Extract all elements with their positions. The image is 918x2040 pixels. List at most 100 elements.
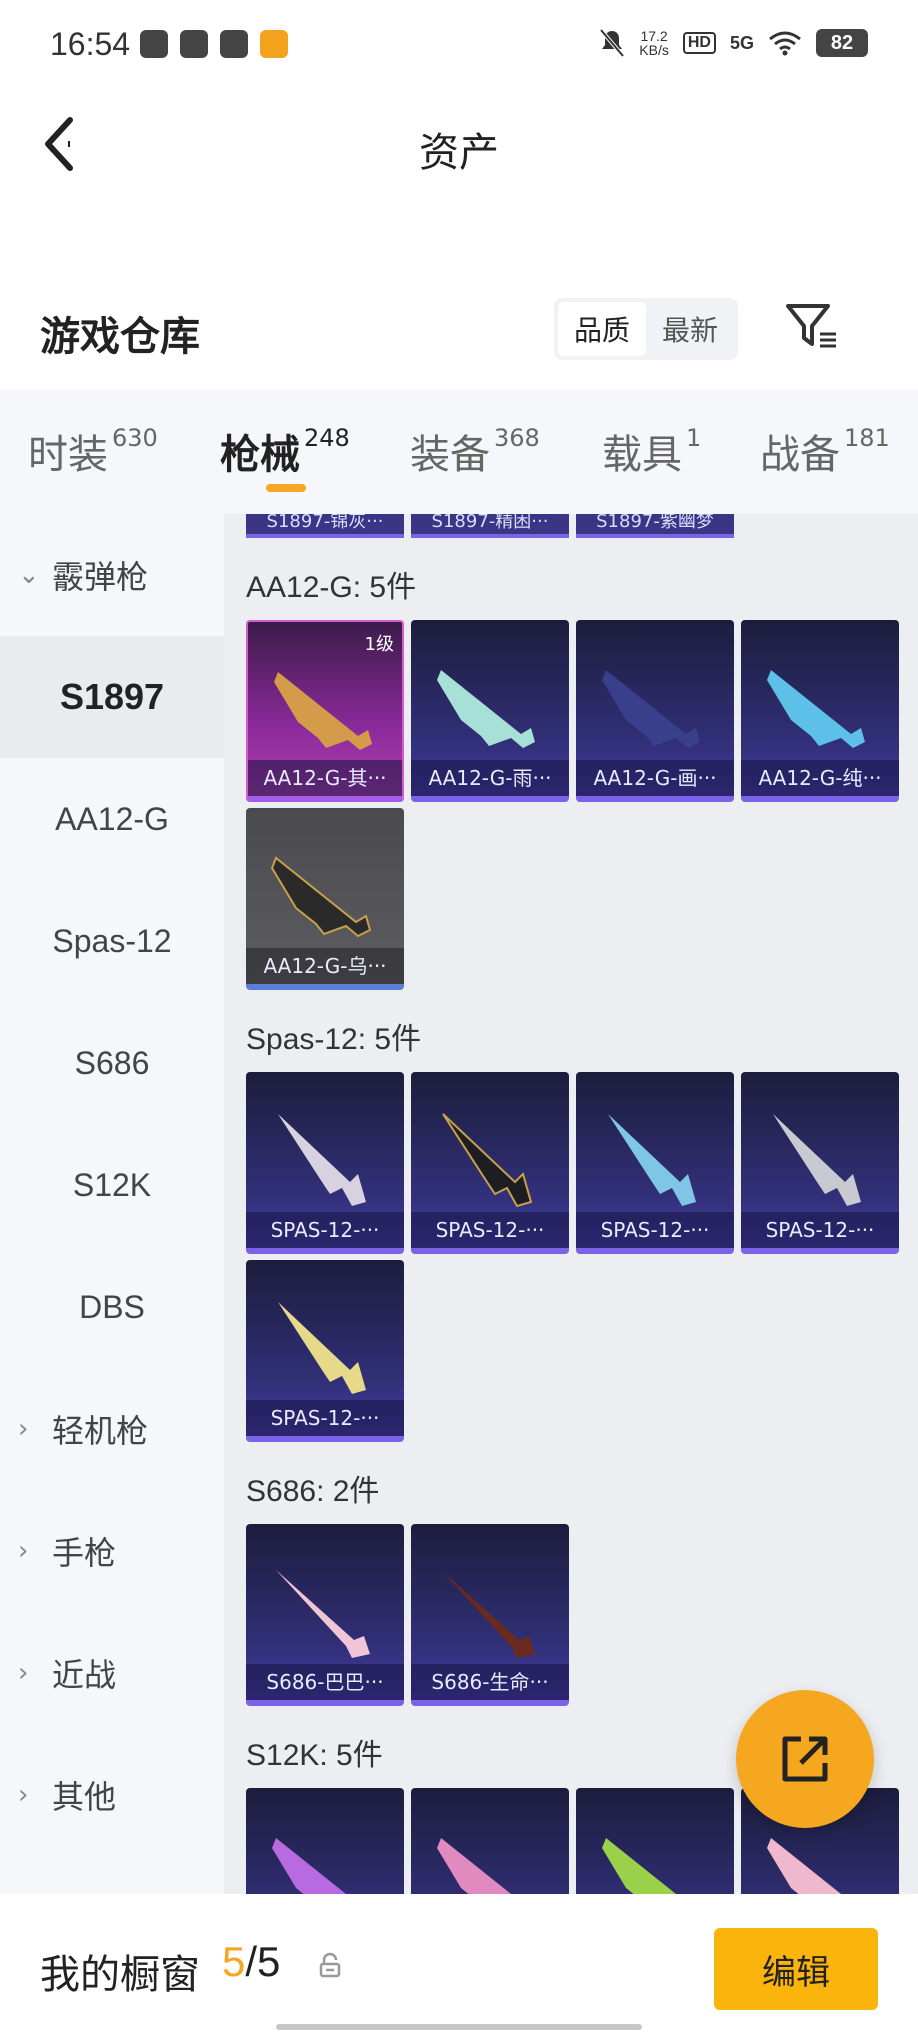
shotgun-icon <box>602 670 700 748</box>
app-notification-icon <box>140 30 168 58</box>
wechat-icon <box>220 30 248 58</box>
share-button[interactable] <box>736 1690 874 1828</box>
tab-fashion[interactable]: 时装 630 <box>28 422 158 480</box>
shotgun-icon <box>767 670 865 748</box>
section-title-s686: S686: 2件 <box>246 1475 380 1508</box>
shotgun-icon <box>441 1570 535 1658</box>
item-name: SPAS-12-··· <box>576 1212 734 1248</box>
sidebar-item-spas12[interactable]: Spas-12 <box>0 880 224 1002</box>
section-title-spas12: Spas-12: 5件 <box>246 1023 422 1056</box>
item-card[interactable] <box>576 1788 734 1894</box>
section-title-s12k: S12K: 5件 <box>246 1739 383 1772</box>
weapon-sidebar: ⌄ 霰弹枪 S1897 AA12-G Spas-12 S686 S12K DBS … <box>0 514 224 1894</box>
battery-level: 82 <box>816 29 868 57</box>
hd-badge: HD <box>682 32 716 54</box>
tab-label: 战备 <box>760 432 840 478</box>
tab-count: 368 <box>494 424 540 452</box>
net-speed-unit: KB/s <box>639 42 669 58</box>
item-card[interactable]: SPAS-12-··· <box>741 1072 899 1254</box>
tab-label: 载具 <box>602 432 682 478</box>
item-card[interactable]: S1897-精困··· <box>411 514 569 538</box>
filter-icon[interactable] <box>784 302 840 352</box>
item-card[interactable]: AA12-G-纯··· <box>741 620 899 802</box>
notification-icons <box>140 30 288 58</box>
item-name: SPAS-12-··· <box>246 1400 404 1436</box>
shotgun-icon <box>278 1302 366 1394</box>
signal-label: 5G <box>729 32 754 53</box>
edit-button[interactable]: 编辑 <box>714 1928 878 2010</box>
home-indicator[interactable] <box>276 2024 642 2030</box>
tab-label: 装备 <box>410 432 490 478</box>
item-name: SPAS-12-··· <box>411 1212 569 1248</box>
item-name: S686-生命··· <box>411 1664 569 1700</box>
lock-icon <box>319 1952 341 1978</box>
tab-equipment[interactable]: 装备 368 <box>410 422 540 480</box>
item-name: SPAS-12-··· <box>741 1212 899 1248</box>
tab-supplies[interactable]: 战备 181 <box>760 422 890 480</box>
item-card[interactable]: SPAS-12-··· <box>411 1072 569 1254</box>
showcase-count: 5/5 <box>222 1938 280 1986</box>
wifi-icon <box>769 31 801 56</box>
showcase-bar: 我的橱窗 5/5 编辑 <box>0 1894 918 2040</box>
item-name: SPAS-12-··· <box>246 1212 404 1248</box>
shotgun-icon <box>608 1114 696 1206</box>
sort-option-newest[interactable]: 最新 <box>646 302 734 356</box>
tab-firearms[interactable]: 枪械 248 <box>220 422 350 480</box>
item-card[interactable]: S686-巴巴··· <box>246 1524 404 1706</box>
sidebar-group-pistol[interactable]: › 手枪 <box>0 1490 224 1612</box>
page-title: 资产 <box>419 130 499 176</box>
sidebar-group-label: 近战 <box>52 1656 117 1694</box>
sidebar-item-dbs[interactable]: DBS <box>0 1246 224 1368</box>
message-icon <box>180 30 208 58</box>
sort-option-quality[interactable]: 品质 <box>558 302 646 356</box>
category-tabs: 时装 630 枪械 248 装备 368 载具 1 战备 181 <box>0 390 918 514</box>
shotgun-icon <box>278 1114 366 1206</box>
showcase-total: /5 <box>245 1938 281 1985</box>
showcase-current: 5 <box>222 1938 246 1985</box>
sidebar-group-lmg[interactable]: › 轻机枪 <box>0 1368 224 1490</box>
tab-count: 630 <box>112 424 158 452</box>
shotgun-icon <box>773 1114 861 1206</box>
shotgun-icon <box>274 672 372 750</box>
item-name: AA12-G-纯··· <box>741 760 899 796</box>
item-name: AA12-G-雨··· <box>411 760 569 796</box>
item-card[interactable]: SPAS-12-··· <box>246 1260 404 1442</box>
status-time: 16:54 <box>50 26 131 62</box>
chevron-right-icon: › <box>18 1536 29 1566</box>
item-card[interactable]: SPAS-12-··· <box>246 1072 404 1254</box>
item-card[interactable]: S1897-紫幽梦 <box>576 514 734 538</box>
item-name: S686-巴巴··· <box>246 1664 404 1700</box>
sidebar-item-s686[interactable]: S686 <box>0 1002 224 1124</box>
item-card[interactable]: S686-生命··· <box>411 1524 569 1706</box>
sidebar-group-label: 其他 <box>52 1778 117 1816</box>
chevron-right-icon: › <box>18 1658 29 1688</box>
sidebar-item-s1897[interactable]: S1897 <box>0 636 224 758</box>
sidebar-group-label: 手枪 <box>52 1534 117 1572</box>
item-card[interactable] <box>411 1788 569 1894</box>
sidebar-group-melee[interactable]: › 近战 <box>0 1612 224 1734</box>
item-card[interactable]: 1级 AA12-G-其··· <box>246 620 404 802</box>
external-link-icon <box>782 1736 828 1782</box>
status-bar: 16:54 17.2 KB/s HD 5G 82 <box>0 0 918 92</box>
active-tab-indicator <box>266 484 306 492</box>
item-card[interactable]: S1897-锦灰··· <box>246 514 404 538</box>
item-grid: S1897-锦灰··· S1897-精困··· S1897-紫幽梦 AA12-G… <box>224 514 918 1894</box>
item-name: AA12-G-画··· <box>576 760 734 796</box>
app-header: 资产 <box>0 92 918 192</box>
shotgun-icon <box>437 670 535 748</box>
sidebar-group-other[interactable]: › 其他 <box>0 1734 224 1856</box>
shotgun-icon <box>767 1838 841 1894</box>
showcase-label: 我的橱窗 <box>40 1952 200 1998</box>
tab-label: 枪械 <box>220 432 300 478</box>
sidebar-group-shotgun[interactable]: ⌄ 霰弹枪 <box>0 514 224 636</box>
item-card[interactable]: AA12-G-画··· <box>576 620 734 802</box>
tab-vehicles[interactable]: 载具 1 <box>602 422 701 480</box>
item-name: AA12-G-其··· <box>248 760 402 796</box>
item-card[interactable] <box>246 1788 404 1894</box>
sidebar-item-aa12g[interactable]: AA12-G <box>0 758 224 880</box>
item-card[interactable]: AA12-G-雨··· <box>411 620 569 802</box>
sidebar-item-s12k[interactable]: S12K <box>0 1124 224 1246</box>
item-card[interactable]: AA12-G-乌··· <box>246 808 404 990</box>
item-card[interactable]: SPAS-12-··· <box>576 1072 734 1254</box>
net-speed-value: 17.2 <box>640 28 668 44</box>
